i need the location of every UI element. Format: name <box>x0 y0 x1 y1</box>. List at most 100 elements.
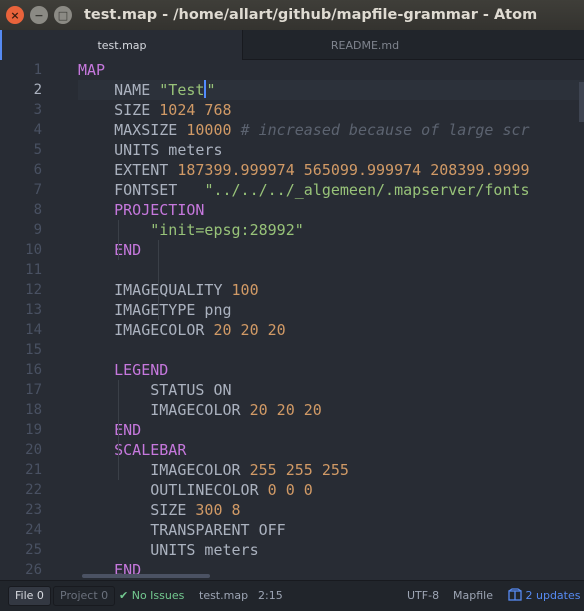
code-line[interactable]: MAXSIZE 10000 # increased because of lar… <box>78 120 530 140</box>
indent-guide <box>158 240 159 320</box>
indent-guide <box>118 380 119 480</box>
string-token: "Test <box>159 81 205 99</box>
code-line[interactable]: FONTSET "../../../_algemeen/.mapserver/f… <box>78 180 530 200</box>
code-line[interactable]: SIZE 300 8 <box>78 500 241 520</box>
line-number[interactable]: 11 <box>25 260 42 280</box>
issues-label: No Issues <box>131 589 185 602</box>
status-filename[interactable]: test.map <box>199 581 248 611</box>
line-number[interactable]: 6 <box>34 160 42 180</box>
line-number[interactable]: 9 <box>34 220 42 240</box>
line-number[interactable]: 5 <box>34 140 42 160</box>
code-line[interactable]: IMAGEQUALITY 100 <box>78 280 259 300</box>
text-token: TRANSPARENT OFF <box>78 521 286 539</box>
line-number[interactable]: 20 <box>25 440 42 460</box>
cursor-position[interactable]: 2:15 <box>258 581 283 611</box>
window-title: test.map - /home/allart/github/mapfile-g… <box>84 7 538 23</box>
code-line[interactable]: EXTENT 187399.999974 565099.999974 20839… <box>78 160 529 180</box>
vertical-scrollbar[interactable] <box>579 82 584 122</box>
code-line[interactable]: IMAGECOLOR 20 20 20 <box>78 320 286 340</box>
comment-token: # increased because of large scr <box>240 121 530 139</box>
line-number[interactable]: 1 <box>34 60 42 80</box>
line-number[interactable]: 25 <box>25 540 42 560</box>
code-line[interactable]: LEGEND <box>78 360 168 380</box>
line-number[interactable]: 26 <box>25 560 42 580</box>
code-line[interactable]: TRANSPARENT OFF <box>78 520 286 540</box>
code-line[interactable]: STATUS ON <box>78 380 231 400</box>
line-number[interactable]: 3 <box>34 100 42 120</box>
line-number[interactable]: 21 <box>25 460 42 480</box>
text-token: IMAGECOLOR <box>78 461 250 479</box>
title-bar: × − □ test.map - /home/allart/github/map… <box>0 0 584 30</box>
line-number-gutter[interactable]: 1 2 3 4 5 6 7 8 9 10 11 12 13 14 15 16 17 18 19 20 21 22 23 24 2… <box>0 60 68 580</box>
text-token: IMAGECOLOR <box>78 401 250 419</box>
line-number[interactable]: 23 <box>25 500 42 520</box>
line-number[interactable]: 22 <box>25 480 42 500</box>
project-label: Project <box>60 589 98 602</box>
line-number[interactable]: 12 <box>25 280 42 300</box>
text-token: IMAGETYPE png <box>78 301 232 319</box>
text-token: SIZE <box>78 101 160 119</box>
grammar-selector[interactable]: Mapfile <box>453 581 493 611</box>
code-line[interactable]: PROJECTION <box>78 200 204 220</box>
string-token: "../../../_algemeen/.mapserver/fonts <box>204 181 530 199</box>
line-number[interactable]: 18 <box>25 400 42 420</box>
code-line[interactable]: UNITS meters <box>78 140 223 160</box>
code-line[interactable]: SCALEBAR <box>78 440 186 460</box>
line-number[interactable]: 7 <box>34 180 42 200</box>
tab-bar: test.map README.md <box>0 30 584 60</box>
number-token: 10000 <box>186 121 232 139</box>
line-number[interactable]: 16 <box>25 360 42 380</box>
text-token: EXTENT <box>78 161 178 179</box>
code-line[interactable]: NAME "Test " <box>78 80 215 100</box>
file-issues-button[interactable]: File 0 <box>8 586 51 606</box>
line-number[interactable]: 8 <box>34 200 42 220</box>
code-line[interactable]: OUTLINECOLOR 0 0 0 <box>78 480 313 500</box>
updates-label: 2 updates <box>525 589 581 602</box>
line-number[interactable]: 24 <box>25 520 42 540</box>
indent-guide <box>118 220 119 260</box>
line-number[interactable]: 17 <box>25 380 42 400</box>
number-token: 1024 768 <box>159 101 232 119</box>
line-number[interactable]: 14 <box>25 320 42 340</box>
code-line[interactable]: IMAGETYPE png <box>78 300 232 320</box>
encoding-selector[interactable]: UTF-8 <box>407 581 439 611</box>
linter-status[interactable]: ✔ No Issues <box>119 581 184 611</box>
minimize-window-button[interactable]: − <box>30 6 48 24</box>
text-token: IMAGEQUALITY <box>78 281 232 299</box>
text-token: NAME <box>78 81 160 99</box>
tab-test-map[interactable]: test.map <box>0 30 242 60</box>
code-line[interactable]: SIZE 1024 768 <box>78 100 232 120</box>
code-line[interactable]: END <box>78 420 141 440</box>
code-editor[interactable]: 1 2 3 4 5 6 7 8 9 10 11 12 13 14 15 16 17 18 19 20 21 22 23 24 2… <box>0 60 584 580</box>
code-line[interactable]: MAP <box>78 60 105 80</box>
text-token: UNITS meters <box>78 141 223 159</box>
line-number[interactable]: 10 <box>25 240 42 260</box>
window-controls: × − □ <box>6 6 72 24</box>
updates-indicator[interactable]: 2 updates <box>508 581 580 611</box>
maximize-window-button[interactable]: □ <box>54 6 72 24</box>
number-token: 20 20 20 <box>213 321 286 339</box>
line-number[interactable]: 2 <box>34 80 42 100</box>
tab-readme[interactable]: README.md <box>243 30 487 60</box>
project-issues-button[interactable]: Project 0 <box>53 586 116 606</box>
line-number[interactable]: 19 <box>25 420 42 440</box>
code-line[interactable]: UNITS meters <box>78 540 258 560</box>
code-line[interactable]: IMAGECOLOR 20 20 20 <box>78 400 322 420</box>
number-token: 300 8 <box>195 501 241 519</box>
code-line[interactable]: END <box>78 240 141 260</box>
line-number[interactable]: 15 <box>25 340 42 360</box>
line-number[interactable]: 13 <box>25 300 42 320</box>
close-window-button[interactable]: × <box>6 6 24 24</box>
horizontal-scrollbar[interactable] <box>82 574 210 578</box>
text-token: OUTLINECOLOR <box>78 481 268 499</box>
code-line[interactable]: "init=epsg:28992" <box>78 220 304 240</box>
keyword-token: LEGEND <box>114 361 169 379</box>
number-token: 20 20 20 <box>249 401 322 419</box>
line-number[interactable]: 4 <box>34 120 42 140</box>
